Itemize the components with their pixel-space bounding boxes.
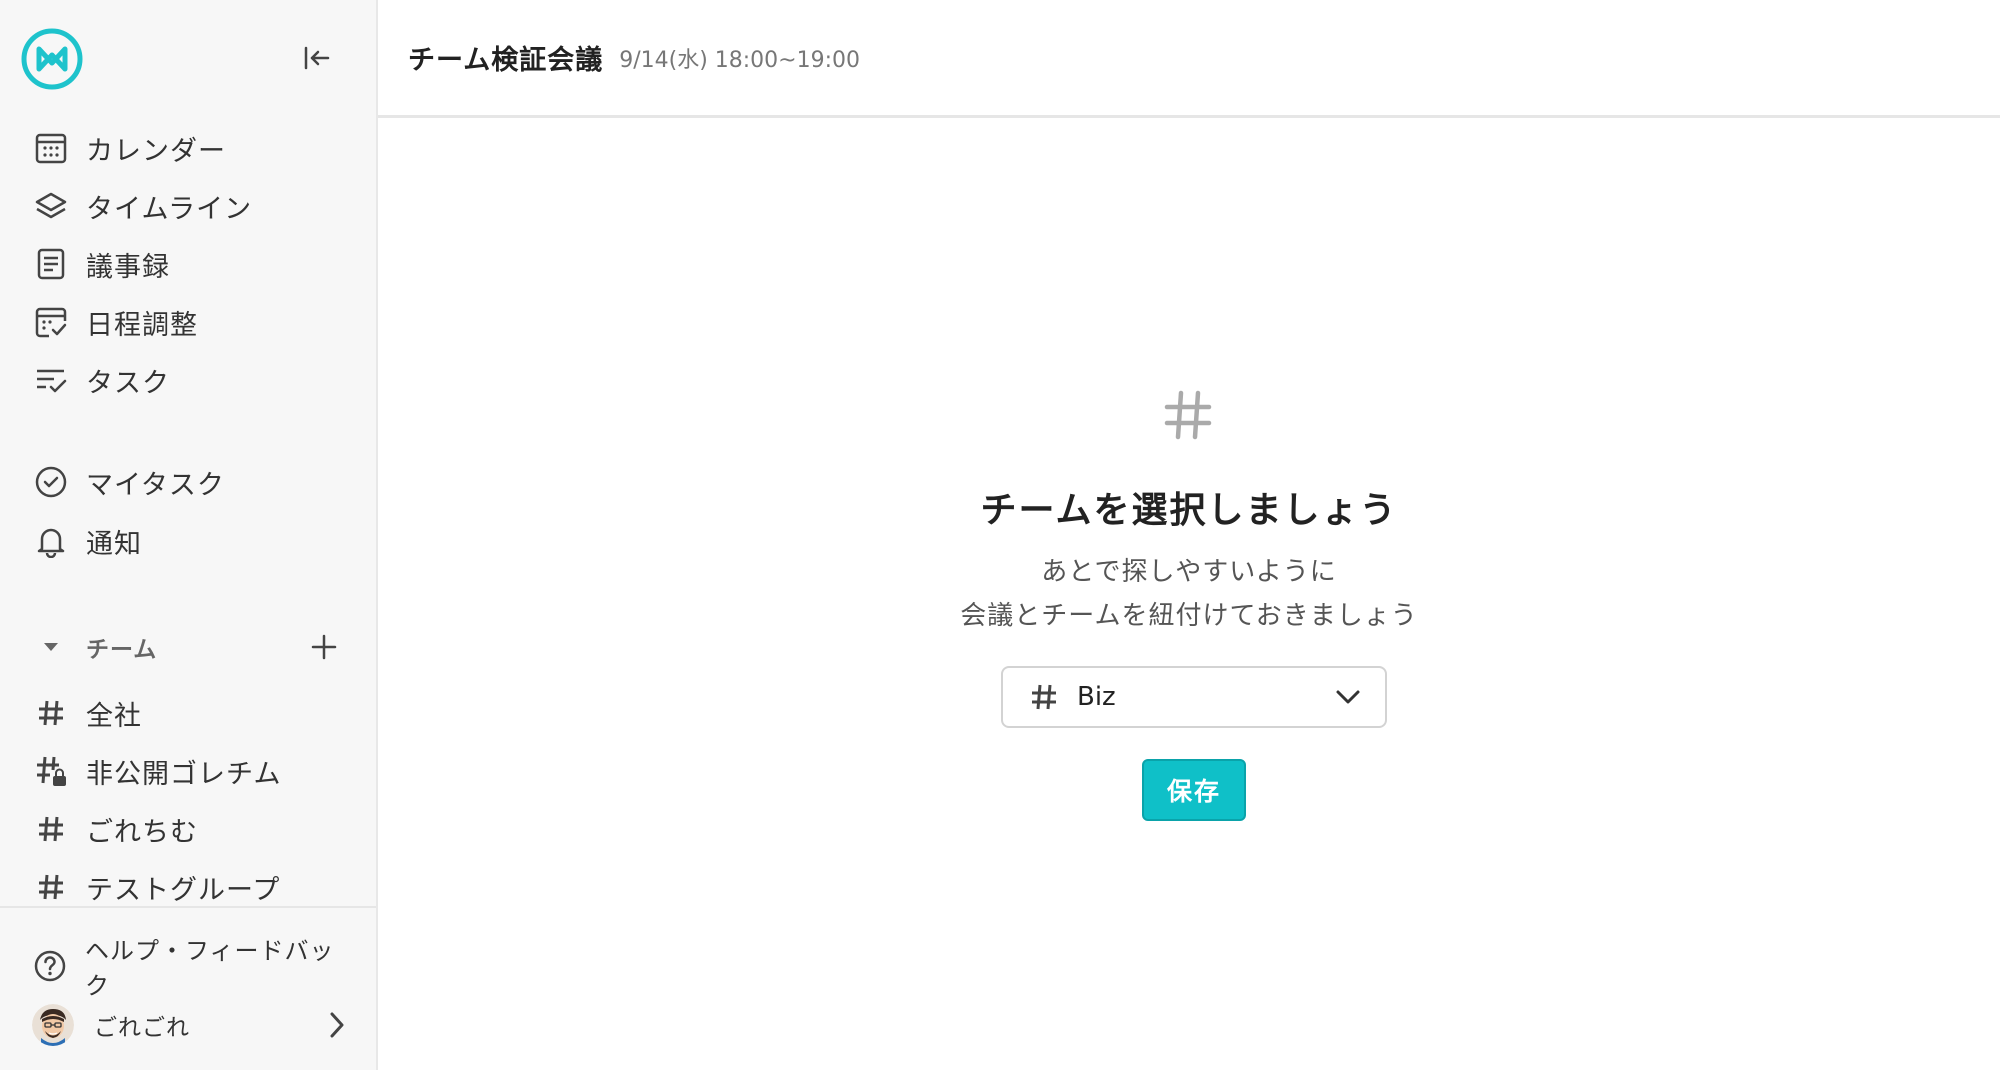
calendar-icon	[32, 129, 70, 167]
main-content: チームを選択しましょう あとで探しやすいように 会議とチームを紐付けておきましょ…	[378, 121, 2000, 1070]
chevron-right-icon	[322, 1005, 352, 1045]
nav-scheduling[interactable]: 日程調整	[32, 299, 352, 345]
check-circle-icon	[32, 463, 70, 501]
help-circle-icon	[32, 947, 69, 985]
team-item-private[interactable]: 非公開ゴレチム	[32, 748, 352, 794]
team-label: 非公開ゴレチム	[86, 758, 282, 790]
team-section-header: チーム	[32, 625, 342, 669]
nav-my-tasks[interactable]: マイタスク	[32, 459, 352, 505]
sidebar: カレンダー タイムライン 議事録 日程調整 タスク マイタスク 通知 チーム 全…	[0, 0, 378, 1070]
nav-calendar[interactable]: カレンダー	[32, 125, 352, 171]
hash-icon	[32, 694, 70, 732]
nav-minutes[interactable]: 議事録	[32, 241, 352, 287]
team-select-value: Biz	[1077, 682, 1116, 712]
caret-down-icon[interactable]	[32, 628, 70, 666]
chevron-down-icon	[1333, 682, 1363, 712]
meeting-datetime: 9/14(水) 18:00~19:00	[619, 47, 861, 73]
team-item-all[interactable]: 全社	[32, 690, 352, 736]
team-item-goretimu[interactable]: ごれちむ	[32, 806, 352, 852]
nav-label: 通知	[86, 528, 142, 560]
collapse-sidebar-icon[interactable]	[298, 40, 334, 76]
nav-notifications[interactable]: 通知	[32, 518, 352, 564]
team-section-label: チーム	[86, 637, 158, 663]
sidebar-divider	[0, 906, 376, 908]
nav-label: マイタスク	[86, 469, 225, 501]
layers-icon	[32, 187, 70, 225]
nav-tasks[interactable]: タスク	[32, 357, 352, 403]
nav-label: カレンダー	[86, 135, 226, 167]
avatar	[32, 1004, 74, 1046]
user-menu[interactable]: ごれごれ	[32, 1000, 352, 1050]
nav-label: タイムライン	[86, 193, 253, 225]
empty-state-description-line2: 会議とチームを紐付けておきましょう	[960, 601, 1418, 631]
team-label: テストグループ	[86, 874, 281, 906]
nav-label: 日程調整	[86, 309, 198, 341]
hash-icon	[32, 810, 70, 848]
empty-state-description-line1: あとで探しやすいように	[1041, 557, 1337, 587]
document-icon	[32, 245, 70, 283]
task-list-icon	[32, 361, 70, 399]
bell-icon	[32, 522, 70, 560]
user-name: ごれごれ	[94, 1015, 190, 1041]
save-button[interactable]: 保存	[1142, 759, 1246, 821]
page-title: チーム検証会議	[408, 45, 604, 76]
team-item-test-group[interactable]: テストグループ	[32, 864, 352, 910]
app-logo-icon[interactable]	[20, 27, 84, 91]
team-label: 全社	[86, 700, 142, 732]
nav-label: タスク	[86, 367, 170, 399]
hash-icon	[1029, 682, 1059, 712]
empty-state-title: チームを選択しましょう	[980, 490, 1398, 531]
help-label: ヘルプ・フィードバック	[84, 937, 335, 1000]
calendar-check-icon	[32, 303, 70, 341]
meeting-header: チーム検証会議 9/14(水) 18:00~19:00	[378, 0, 2000, 118]
team-select[interactable]: Biz	[1001, 666, 1387, 728]
hash-icon	[1162, 389, 1214, 441]
add-team-icon[interactable]	[306, 629, 342, 665]
hash-icon	[32, 868, 70, 906]
nav-timeline[interactable]: タイムライン	[32, 183, 352, 229]
help-feedback-link[interactable]: ヘルプ・フィードバック	[32, 937, 352, 1000]
nav-label: 議事録	[86, 251, 170, 283]
team-label: ごれちむ	[86, 816, 198, 848]
hash-lock-icon	[32, 752, 70, 790]
